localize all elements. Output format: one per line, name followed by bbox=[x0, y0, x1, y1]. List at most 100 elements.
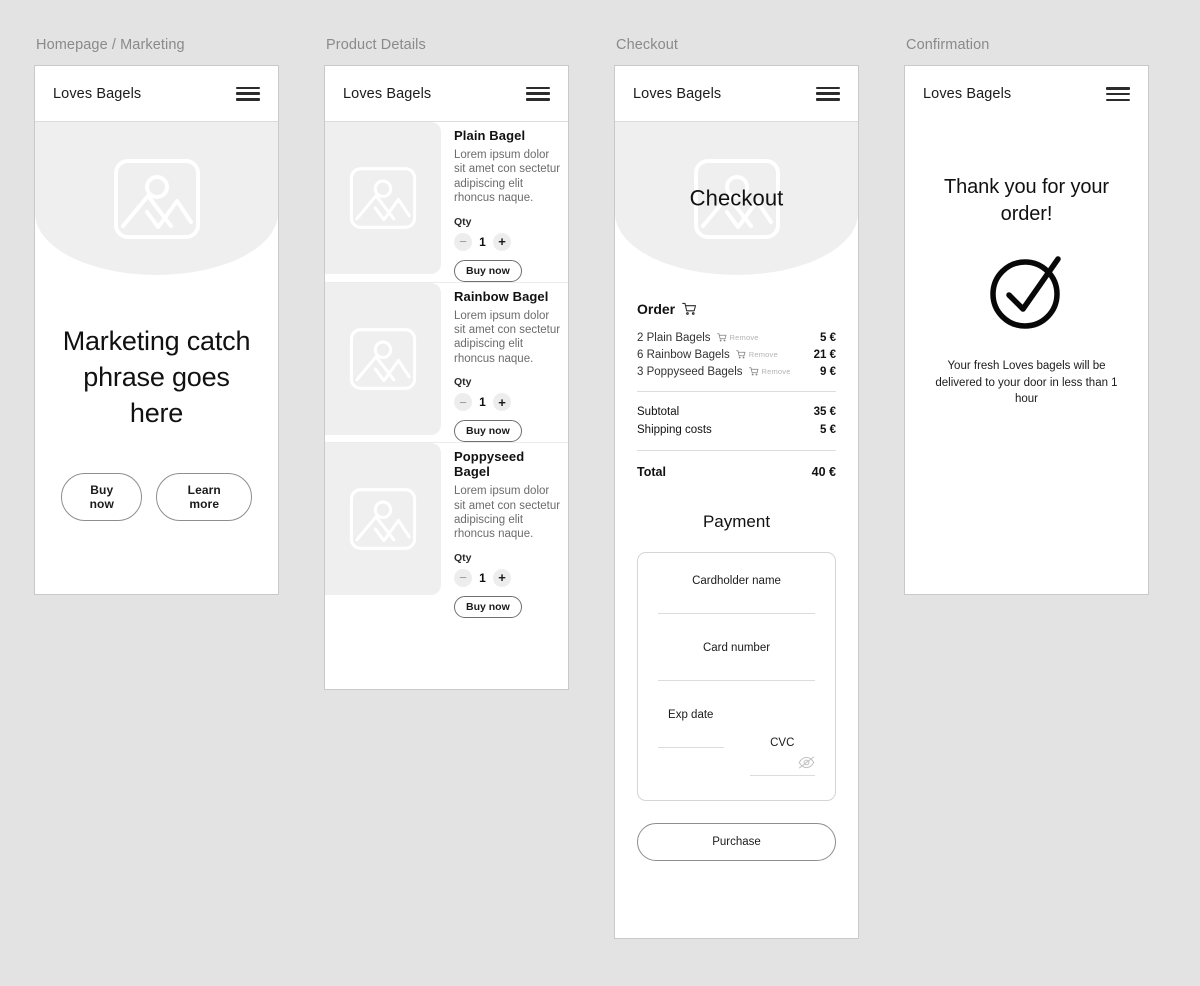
order-line-left: 3 Poppyseed Bagels Remove bbox=[637, 366, 791, 378]
product-image bbox=[325, 443, 441, 596]
order-item-name: 2 Plain Bagels bbox=[637, 331, 711, 344]
quantity-decrement-button[interactable]: − bbox=[454, 232, 472, 251]
hamburger-menu-icon[interactable] bbox=[1106, 87, 1130, 101]
cardholder-name-label: Cardholder name bbox=[692, 575, 781, 587]
confirmation-title: Thank you for your order! bbox=[944, 176, 1109, 225]
exp-date-field[interactable]: Exp date bbox=[658, 709, 724, 776]
confirmation-message: Your fresh Loves bagels will be delivere… bbox=[935, 360, 1118, 405]
product-description: Lorem ipsum dolor sit amet con sectetur … bbox=[454, 485, 561, 541]
purchase-button[interactable]: Purchase bbox=[637, 823, 836, 861]
quantity-stepper[interactable]: − 1 + bbox=[454, 232, 562, 251]
shopping-cart-icon bbox=[735, 350, 746, 359]
product-list-item[interactable]: Plain Bagel Lorem ipsum dolor sit amet c… bbox=[325, 122, 568, 282]
payment-form: Cardholder name Card number Exp date CVC bbox=[637, 552, 836, 801]
order-item-price: 21 € bbox=[813, 348, 836, 361]
learn-more-button[interactable]: Learn more bbox=[156, 473, 252, 521]
product-title: Poppyseed Bagel bbox=[454, 449, 525, 480]
product-list-item[interactable]: Rainbow Bagel Lorem ipsum dolor sit amet… bbox=[325, 281, 568, 443]
confirmation-content: Thank you for your order! Your fresh Lov… bbox=[905, 122, 1148, 408]
buy-now-button[interactable]: Buy now bbox=[454, 595, 522, 618]
image-placeholder-icon bbox=[349, 327, 417, 390]
subtotal-row: Subtotal 35 € bbox=[637, 403, 836, 421]
payment-section-title: Payment bbox=[702, 512, 771, 531]
order-item-name: 6 Rainbow Bagels bbox=[637, 348, 730, 361]
order-item-price: 5 € bbox=[820, 331, 836, 344]
quantity-decrement-button[interactable]: − bbox=[454, 568, 472, 587]
quantity-increment-button[interactable]: + bbox=[493, 568, 511, 587]
quantity-stepper[interactable]: − 1 + bbox=[454, 568, 562, 587]
remove-item-button[interactable]: Remove bbox=[748, 367, 791, 376]
image-placeholder-icon bbox=[349, 488, 417, 551]
hamburger-menu-icon[interactable] bbox=[816, 86, 840, 101]
divider bbox=[637, 391, 836, 392]
shopping-cart-icon bbox=[716, 333, 726, 342]
quantity-stepper[interactable]: − 1 + bbox=[454, 393, 562, 412]
frame-checkout: Checkout Loves Bagels Checkout Order 2 P… bbox=[614, 37, 859, 939]
marketing-button-group: Buy now Learn more bbox=[61, 473, 252, 521]
remove-item-button[interactable]: Remove bbox=[735, 350, 778, 359]
subtotal-label: Subtotal bbox=[637, 406, 680, 418]
product-info: Rainbow Bagel Lorem ipsum dolor sit amet… bbox=[454, 283, 568, 443]
order-title-text: Order bbox=[637, 301, 676, 317]
buy-now-button[interactable]: Buy now bbox=[454, 420, 522, 443]
phone-screen-confirmation: Loves Bagels Thank you for your order! Y… bbox=[904, 65, 1149, 595]
frame-label-product-details: Product Details bbox=[326, 37, 426, 53]
total-row: Total 40 € bbox=[637, 462, 836, 482]
quantity-increment-button[interactable]: + bbox=[493, 232, 511, 251]
frame-product-details: Product Details Loves Bagels Plain Bagel… bbox=[324, 37, 569, 690]
phone-screen-product-details: Loves Bagels Plain Bagel Lorem ipsum dol… bbox=[324, 65, 569, 690]
divider bbox=[637, 450, 836, 451]
product-description: Lorem ipsum dolor sit amet con sectetur … bbox=[454, 309, 561, 365]
remove-label: Remove bbox=[729, 333, 759, 342]
hero-banner bbox=[35, 122, 278, 275]
quantity-label: Qty bbox=[454, 376, 472, 389]
cvc-field[interactable]: CVC bbox=[749, 737, 815, 776]
exp-cvc-row: Exp date CVC bbox=[658, 709, 815, 776]
app-topbar: Loves Bagels bbox=[615, 66, 858, 122]
app-topbar: Loves Bagels bbox=[905, 66, 1148, 122]
remove-label: Remove bbox=[761, 367, 791, 376]
eye-off-icon[interactable] bbox=[798, 756, 815, 769]
quantity-value: 1 bbox=[479, 395, 486, 410]
order-section-title: Order bbox=[637, 301, 836, 317]
quantity-increment-button[interactable]: + bbox=[493, 393, 511, 412]
order-line-left: 2 Plain Bagels Remove bbox=[637, 332, 759, 344]
marketing-content: Marketing catch phrase goes here Buy now… bbox=[35, 275, 278, 521]
brand-name: Loves Bagels bbox=[923, 86, 1012, 102]
shopping-cart-icon bbox=[682, 302, 697, 315]
remove-label: Remove bbox=[748, 350, 778, 359]
app-topbar: Loves Bagels bbox=[35, 66, 278, 122]
shipping-row: Shipping costs 5 € bbox=[637, 421, 836, 439]
cardholder-name-field[interactable]: Cardholder name bbox=[658, 575, 815, 614]
buy-now-button[interactable]: Buy now bbox=[61, 473, 143, 521]
order-line-item: 3 Poppyseed Bagels Remove 9 € bbox=[637, 363, 836, 380]
frame-label-confirmation: Confirmation bbox=[906, 37, 990, 53]
image-placeholder-icon bbox=[349, 167, 417, 229]
buy-now-button[interactable]: Buy now bbox=[454, 259, 522, 282]
product-image bbox=[325, 282, 441, 435]
input-underline bbox=[658, 680, 815, 681]
hero-title: Checkout bbox=[689, 184, 784, 210]
exp-date-label: Exp date bbox=[668, 709, 714, 721]
product-description: Lorem ipsum dolor sit amet con sectetur … bbox=[454, 149, 561, 205]
subtotal-value: 35 € bbox=[813, 406, 836, 418]
remove-item-button[interactable]: Remove bbox=[716, 333, 759, 342]
card-number-field[interactable]: Card number bbox=[658, 642, 815, 681]
quantity-label: Qty bbox=[454, 551, 472, 564]
phone-screen-checkout: Loves Bagels Checkout Order 2 Plain Bage… bbox=[614, 65, 859, 939]
frame-homepage-marketing: Homepage / Marketing Loves Bagels Market… bbox=[34, 37, 279, 595]
order-line-item: 6 Rainbow Bagels Remove 21 € bbox=[637, 346, 836, 363]
quantity-value: 1 bbox=[479, 234, 486, 249]
frame-label-checkout: Checkout bbox=[616, 37, 679, 53]
input-underline bbox=[658, 613, 815, 614]
app-topbar: Loves Bagels bbox=[325, 66, 568, 122]
quantity-decrement-button[interactable]: − bbox=[454, 393, 472, 412]
product-list-item[interactable]: Poppyseed Bagel Lorem ipsum dolor sit am… bbox=[325, 442, 568, 618]
brand-name: Loves Bagels bbox=[53, 85, 142, 102]
input-underline bbox=[658, 747, 724, 748]
quantity-label: Qty bbox=[454, 215, 472, 228]
hamburger-menu-icon[interactable] bbox=[236, 86, 260, 101]
shipping-label: Shipping costs bbox=[637, 424, 712, 436]
hamburger-menu-icon[interactable] bbox=[526, 86, 550, 101]
total-label: Total bbox=[637, 465, 666, 479]
